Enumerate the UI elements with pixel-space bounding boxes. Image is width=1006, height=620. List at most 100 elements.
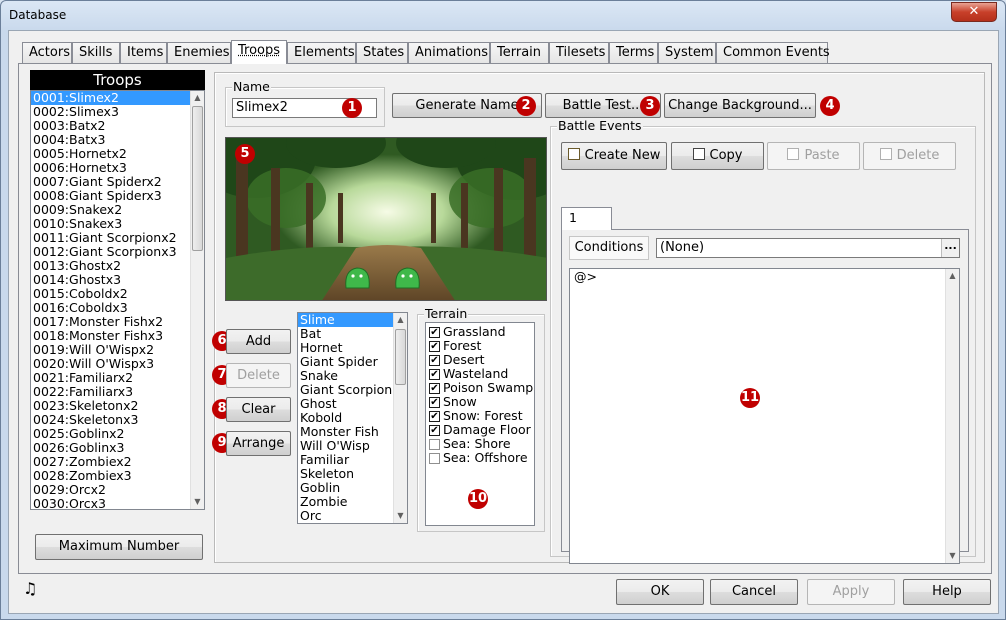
tab-terrain[interactable]: Terrain — [490, 42, 549, 63]
empty-checkbox-icon[interactable] — [429, 452, 440, 464]
battle-background-preview[interactable] — [225, 137, 547, 301]
event-content-scrollbar[interactable]: ▲ ▼ — [945, 269, 959, 563]
troop-list-item[interactable]: 0022:Familiarx3 — [31, 385, 204, 399]
troop-list-item[interactable]: 0029:Orcx2 — [31, 483, 204, 497]
terrain-checkbox[interactable]: ✔ Poison Swamp — [426, 381, 534, 395]
troop-list-item[interactable]: 0021:Familiarx2 — [31, 371, 204, 385]
add-button[interactable]: Add — [226, 329, 291, 354]
troop-list-item[interactable]: 0019:Will O'Wispx2 — [31, 343, 204, 357]
checkmark-icon[interactable]: ✔ — [429, 424, 440, 436]
troop-list[interactable]: 0001:Slimex2 0002:Slimex3 0003:Batx2 0004:B… — [30, 90, 205, 510]
tab-troops[interactable]: Troops — [231, 40, 287, 64]
enemy-list-item[interactable]: Monster Fish — [298, 425, 407, 439]
enemy-list-item[interactable]: Skeleton — [298, 467, 407, 481]
troop-list-item[interactable]: 0024:Skeletonx3 — [31, 413, 204, 427]
enemy-list-item[interactable]: Kobold — [298, 411, 407, 425]
checkmark-icon[interactable]: ✔ — [429, 354, 440, 366]
troop-list-item[interactable]: 0015:Coboldx2 — [31, 287, 204, 301]
troop-list-item[interactable]: 0026:Goblinx3 — [31, 441, 204, 455]
help-button[interactable]: Help — [903, 579, 991, 605]
terrain-checkbox[interactable]: ✔ Snow: Forest — [426, 409, 534, 423]
enemy-list-item[interactable]: Will O'Wisp — [298, 439, 407, 453]
troop-list-item[interactable]: 0023:Skeletonx2 — [31, 399, 204, 413]
troop-list-item[interactable]: 0003:Batx2 — [31, 119, 204, 133]
troop-list-item[interactable]: 0005:Hornetx2 — [31, 147, 204, 161]
terrain-checkbox[interactable]: ✔ Wasteland — [426, 367, 534, 381]
tab-animations[interactable]: Animations — [408, 42, 490, 63]
scroll-thumb[interactable] — [395, 329, 406, 385]
scroll-up-icon[interactable]: ▲ — [191, 91, 204, 105]
troop-list-item[interactable]: 0013:Ghostx2 — [31, 259, 204, 273]
maximum-number-button[interactable]: Maximum Number — [35, 534, 203, 560]
scroll-up-icon[interactable]: ▲ — [946, 269, 959, 283]
checkmark-icon[interactable]: ✔ — [429, 368, 440, 380]
conditions-edit-button[interactable]: ... — [941, 239, 959, 257]
scroll-down-icon[interactable]: ▼ — [394, 509, 407, 523]
troop-list-item[interactable]: 0007:Giant Spiderx2 — [31, 175, 204, 189]
checkmark-icon[interactable]: ✔ — [429, 410, 440, 422]
enemy-list-item[interactable]: Familiar — [298, 453, 407, 467]
conditions-field[interactable]: (None) — [656, 238, 960, 258]
troop-list-item[interactable]: 0009:Snakex2 — [31, 203, 204, 217]
ok-button[interactable]: OK — [616, 579, 704, 605]
arrange-button[interactable]: Arrange — [226, 431, 291, 456]
create-new-button[interactable]: Create New — [561, 142, 667, 170]
troop-list-item[interactable]: 0025:Goblinx2 — [31, 427, 204, 441]
tab-tilesets[interactable]: Tilesets — [549, 42, 609, 63]
tab-items[interactable]: Items — [120, 42, 167, 63]
enemy-list-item[interactable]: Bat — [298, 327, 407, 341]
tab-system[interactable]: System — [658, 42, 716, 63]
enemy-list-item[interactable]: Giant Spider — [298, 355, 407, 369]
terrain-checkbox[interactable]: ✔ Desert — [426, 353, 534, 367]
troop-list-item[interactable]: 0001:Slimex2 — [31, 91, 204, 105]
scroll-down-icon[interactable]: ▼ — [946, 549, 959, 563]
enemy-list-item[interactable]: Giant Scorpion — [298, 383, 407, 397]
scroll-down-icon[interactable]: ▼ — [191, 495, 204, 509]
troop-list-item[interactable]: 0012:Giant Scorpionx3 — [31, 245, 204, 259]
troop-list-item[interactable]: 0004:Batx3 — [31, 133, 204, 147]
checkmark-icon[interactable]: ✔ — [429, 326, 440, 338]
troop-list-item[interactable]: 0016:Coboldx3 — [31, 301, 204, 315]
enemy-list-item[interactable]: Goblin — [298, 481, 407, 495]
troop-list-item[interactable]: 0018:Monster Fishx3 — [31, 329, 204, 343]
checkmark-icon[interactable]: ✔ — [429, 382, 440, 394]
troop-list-item[interactable]: 0027:Zombiex2 — [31, 455, 204, 469]
troop-list-item[interactable]: 0017:Monster Fishx2 — [31, 315, 204, 329]
cancel-button[interactable]: Cancel — [710, 579, 798, 605]
troop-list-item[interactable]: 0010:Snakex3 — [31, 217, 204, 231]
checkmark-icon[interactable]: ✔ — [429, 396, 440, 408]
terrain-checkbox[interactable]: Sea: Offshore — [426, 451, 534, 465]
terrain-checkbox[interactable]: ✔ Grassland — [426, 325, 534, 339]
troop-list-item[interactable]: 0008:Giant Spiderx3 — [31, 189, 204, 203]
copy-button[interactable]: Copy — [671, 142, 764, 170]
terrain-checkbox[interactable]: ✔ Snow — [426, 395, 534, 409]
enemy-list-scrollbar[interactable]: ▲ ▼ — [393, 313, 407, 523]
enemy-list[interactable]: Slime Bat Hornet Giant Spider Snake Giant Sco… — [297, 312, 408, 524]
troop-list-item[interactable]: 0030:Orcx3 — [31, 497, 204, 510]
paste-button[interactable]: Paste — [767, 142, 860, 170]
troop-list-item[interactable]: 0014:Ghostx3 — [31, 273, 204, 287]
clear-button[interactable]: Clear — [226, 397, 291, 422]
enemy-list-item[interactable]: Ghost — [298, 397, 407, 411]
troop-list-item[interactable]: 0020:Will O'Wispx3 — [31, 357, 204, 371]
change-background-button[interactable]: Change Background... — [664, 93, 816, 118]
delete-event-button[interactable]: Delete — [863, 142, 956, 170]
troop-list-item[interactable]: 0006:Hornetx3 — [31, 161, 204, 175]
scroll-thumb[interactable] — [192, 106, 203, 251]
tab-actors[interactable]: Actors — [22, 42, 72, 63]
tab-skills[interactable]: Skills — [72, 42, 120, 63]
close-button[interactable]: ✕ — [951, 2, 997, 22]
tab-terms[interactable]: Terms — [609, 42, 658, 63]
scroll-up-icon[interactable]: ▲ — [394, 313, 407, 327]
enemy-list-item[interactable]: Orc — [298, 509, 407, 523]
event-content-list[interactable]: @> ▲ ▼ — [569, 268, 960, 564]
event-command-line[interactable]: @> — [570, 269, 959, 285]
enemy-list-item[interactable]: Snake — [298, 369, 407, 383]
delete-enemy-button[interactable]: Delete — [226, 363, 291, 388]
empty-checkbox-icon[interactable] — [429, 438, 440, 450]
troop-list-scrollbar[interactable]: ▲ ▼ — [190, 91, 204, 509]
event-page-tab-1[interactable]: 1 — [561, 207, 612, 230]
tab-elements[interactable]: Elements — [287, 42, 356, 63]
terrain-checkbox[interactable]: Sea: Shore — [426, 437, 534, 451]
music-note-icon[interactable]: ♫ — [23, 580, 37, 598]
